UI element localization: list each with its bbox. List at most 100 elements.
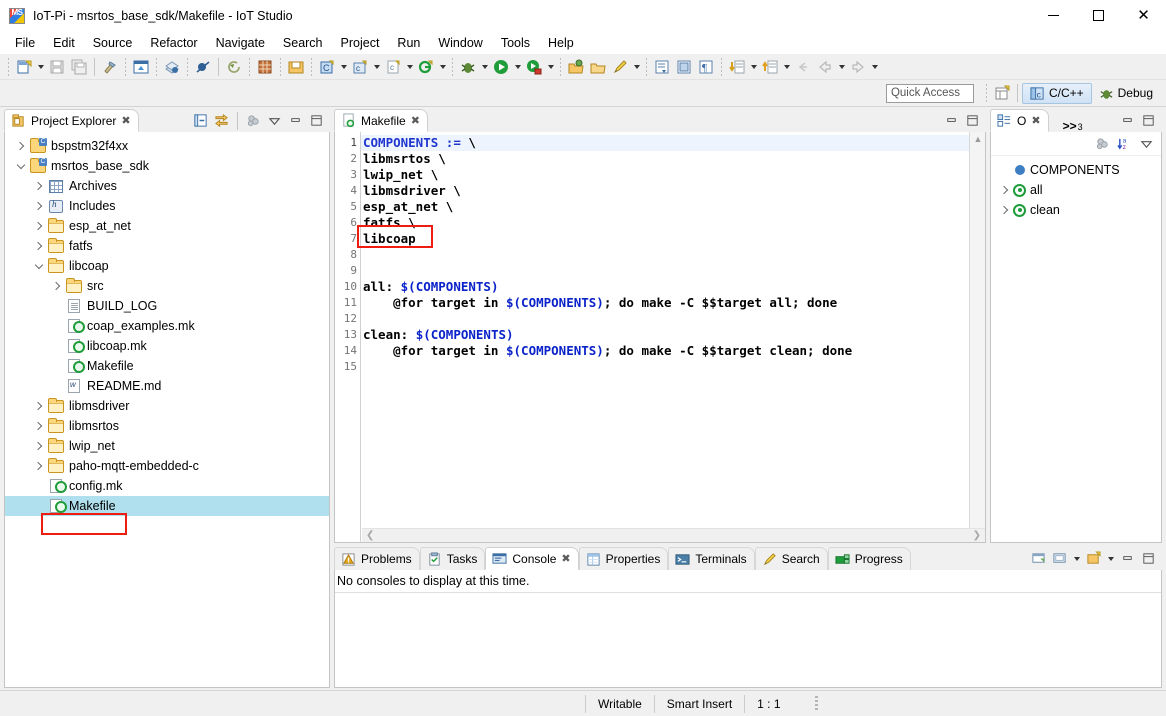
status-resize-grip[interactable] (815, 696, 818, 712)
chevron-down-icon[interactable] (13, 156, 29, 176)
new-c-file-icon[interactable]: c (382, 56, 404, 78)
chevron-right-icon[interactable] (31, 196, 47, 216)
tab-project-explorer[interactable]: Project Explorer ✖ (4, 109, 139, 132)
open-type-icon[interactable] (587, 56, 609, 78)
close-icon[interactable]: ✖ (411, 114, 420, 127)
chevron-right-icon[interactable] (31, 236, 47, 256)
chevron-right-icon[interactable] (31, 176, 47, 196)
save-all-icon[interactable] (68, 56, 90, 78)
code-line[interactable]: lwip_net \ (361, 167, 969, 183)
code-line[interactable]: @for target in $(COMPONENTS); do make -C… (361, 295, 969, 311)
open-resource-icon[interactable] (565, 56, 587, 78)
tree-item-makefile[interactable]: Makefile (5, 496, 329, 516)
tree-item-libcoap-mk[interactable]: libcoap.mk (5, 336, 329, 356)
code-line[interactable] (361, 263, 969, 279)
perspective-c-cpp[interactable]: c C/C++ (1022, 83, 1092, 104)
chevron-down-icon[interactable] (31, 256, 47, 276)
tab-tasks[interactable]: Tasks (420, 547, 486, 570)
close-button[interactable]: ✕ (1121, 0, 1166, 32)
link-with-editor-icon[interactable] (212, 111, 231, 130)
new-console-view-icon[interactable] (1084, 549, 1103, 568)
tab-makefile[interactable]: Makefile ✖ (334, 109, 428, 132)
menu-window[interactable]: Window (429, 34, 491, 52)
tree-item-msrtos-base-sdk[interactable]: msrtos_base_sdk (5, 156, 329, 176)
skip-breakpoints-icon[interactable] (192, 56, 214, 78)
open-perspective-icon[interactable] (991, 82, 1013, 104)
close-icon[interactable]: ✖ (121, 114, 130, 127)
tree-item-archives[interactable]: Archives (5, 176, 329, 196)
code-line[interactable]: libcoap (361, 231, 969, 247)
tab-problems[interactable]: Problems (334, 547, 420, 570)
minimize-icon[interactable] (942, 111, 961, 130)
forward-arrow-icon[interactable] (847, 56, 869, 78)
new-cpp-class-icon[interactable]: c (349, 56, 371, 78)
menu-run[interactable]: Run (388, 34, 429, 52)
last-edit-location-icon[interactable] (792, 56, 814, 78)
tab-outline[interactable]: O ✖ (990, 109, 1049, 132)
new-c-project-icon[interactable]: C (316, 56, 338, 78)
tree-item-libcoap[interactable]: libcoap (5, 256, 329, 276)
build-hammer-icon[interactable] (99, 56, 121, 78)
view-menu-icon[interactable] (265, 111, 284, 130)
scroll-left-icon[interactable]: ❮ (366, 530, 374, 541)
editor-horizontal-scrollbar[interactable]: ❮ ❯ (362, 528, 985, 542)
new-c-file-dropdown-icon[interactable] (404, 56, 415, 78)
new-wizard-icon[interactable] (415, 56, 437, 78)
maximize-icon[interactable] (1139, 111, 1158, 130)
toggle-block-selection-icon[interactable] (673, 56, 695, 78)
new-file-dropdown-icon[interactable] (35, 56, 46, 78)
sort-alphabetically-icon[interactable]: az (1115, 134, 1134, 153)
chevron-right-icon[interactable] (13, 136, 29, 156)
forward-dropdown-icon[interactable] (869, 56, 880, 78)
build-all-icon[interactable] (130, 56, 152, 78)
new-wizard-dropdown-icon[interactable] (437, 56, 448, 78)
tree-item-build-log[interactable]: BUILD_LOG (5, 296, 329, 316)
outline-item-clean[interactable]: clean (991, 200, 1161, 220)
menu-refactor[interactable]: Refactor (141, 34, 206, 52)
build-config-icon[interactable] (254, 56, 276, 78)
close-icon[interactable]: ✖ (1031, 114, 1040, 127)
chevron-right-icon[interactable] (31, 436, 47, 456)
refresh-icon[interactable] (223, 56, 245, 78)
next-annotation-icon[interactable] (726, 56, 748, 78)
perspective-debug[interactable]: Debug (1092, 83, 1160, 104)
debug-dropdown-icon[interactable] (479, 56, 490, 78)
tab-properties[interactable]: Properties (579, 547, 669, 570)
tree-item-makefile[interactable]: Makefile (5, 356, 329, 376)
search-dropdown-icon[interactable] (631, 56, 642, 78)
tree-item-paho-mqtt-embedded-c[interactable]: paho-mqtt-embedded-c (5, 456, 329, 476)
new-cpp-class-dropdown-icon[interactable] (371, 56, 382, 78)
tab-search[interactable]: Search (755, 547, 828, 570)
code-line[interactable]: esp_at_net \ (361, 199, 969, 215)
previous-annotation-icon[interactable] (759, 56, 781, 78)
tab-progress[interactable]: Progress (828, 547, 911, 570)
minimize-icon[interactable] (286, 111, 305, 130)
back-arrow-icon[interactable] (814, 56, 836, 78)
maximize-icon[interactable] (1139, 549, 1158, 568)
maximize-icon[interactable] (963, 111, 982, 130)
tree-item-esp-at-net[interactable]: esp_at_net (5, 216, 329, 236)
tab-console[interactable]: Console✖ (485, 547, 578, 570)
chevron-right-icon[interactable] (997, 200, 1013, 220)
outline-tree[interactable]: COMPONENTSallclean (991, 156, 1161, 220)
run-dropdown-icon[interactable] (512, 56, 523, 78)
quick-access-input[interactable]: Quick Access (886, 84, 974, 103)
chevron-right-icon[interactable] (31, 216, 47, 236)
tree-item-bspstm32f4xx[interactable]: bspstm32f4xx (5, 136, 329, 156)
code-line[interactable]: COMPONENTS := \ (361, 135, 969, 151)
tree-item-libmsrtos[interactable]: libmsrtos (5, 416, 329, 436)
editor-overview-ruler[interactable]: ▲ ▼ (969, 132, 985, 542)
publish-icon[interactable] (161, 56, 183, 78)
menu-tools[interactable]: Tools (492, 34, 539, 52)
display-console-dropdown-icon[interactable] (1071, 548, 1082, 570)
outline-item-all[interactable]: all (991, 180, 1161, 200)
menu-search[interactable]: Search (274, 34, 332, 52)
code-line[interactable]: libmsdriver \ (361, 183, 969, 199)
maximize-icon[interactable] (307, 111, 326, 130)
scroll-up-icon[interactable]: ▲ (973, 136, 983, 142)
open-console-icon[interactable] (1029, 549, 1048, 568)
chevron-right-icon[interactable] (31, 396, 47, 416)
next-annotation-dropdown-icon[interactable] (748, 56, 759, 78)
tree-item-fatfs[interactable]: fatfs (5, 236, 329, 256)
collapse-all-icon[interactable] (191, 111, 210, 130)
